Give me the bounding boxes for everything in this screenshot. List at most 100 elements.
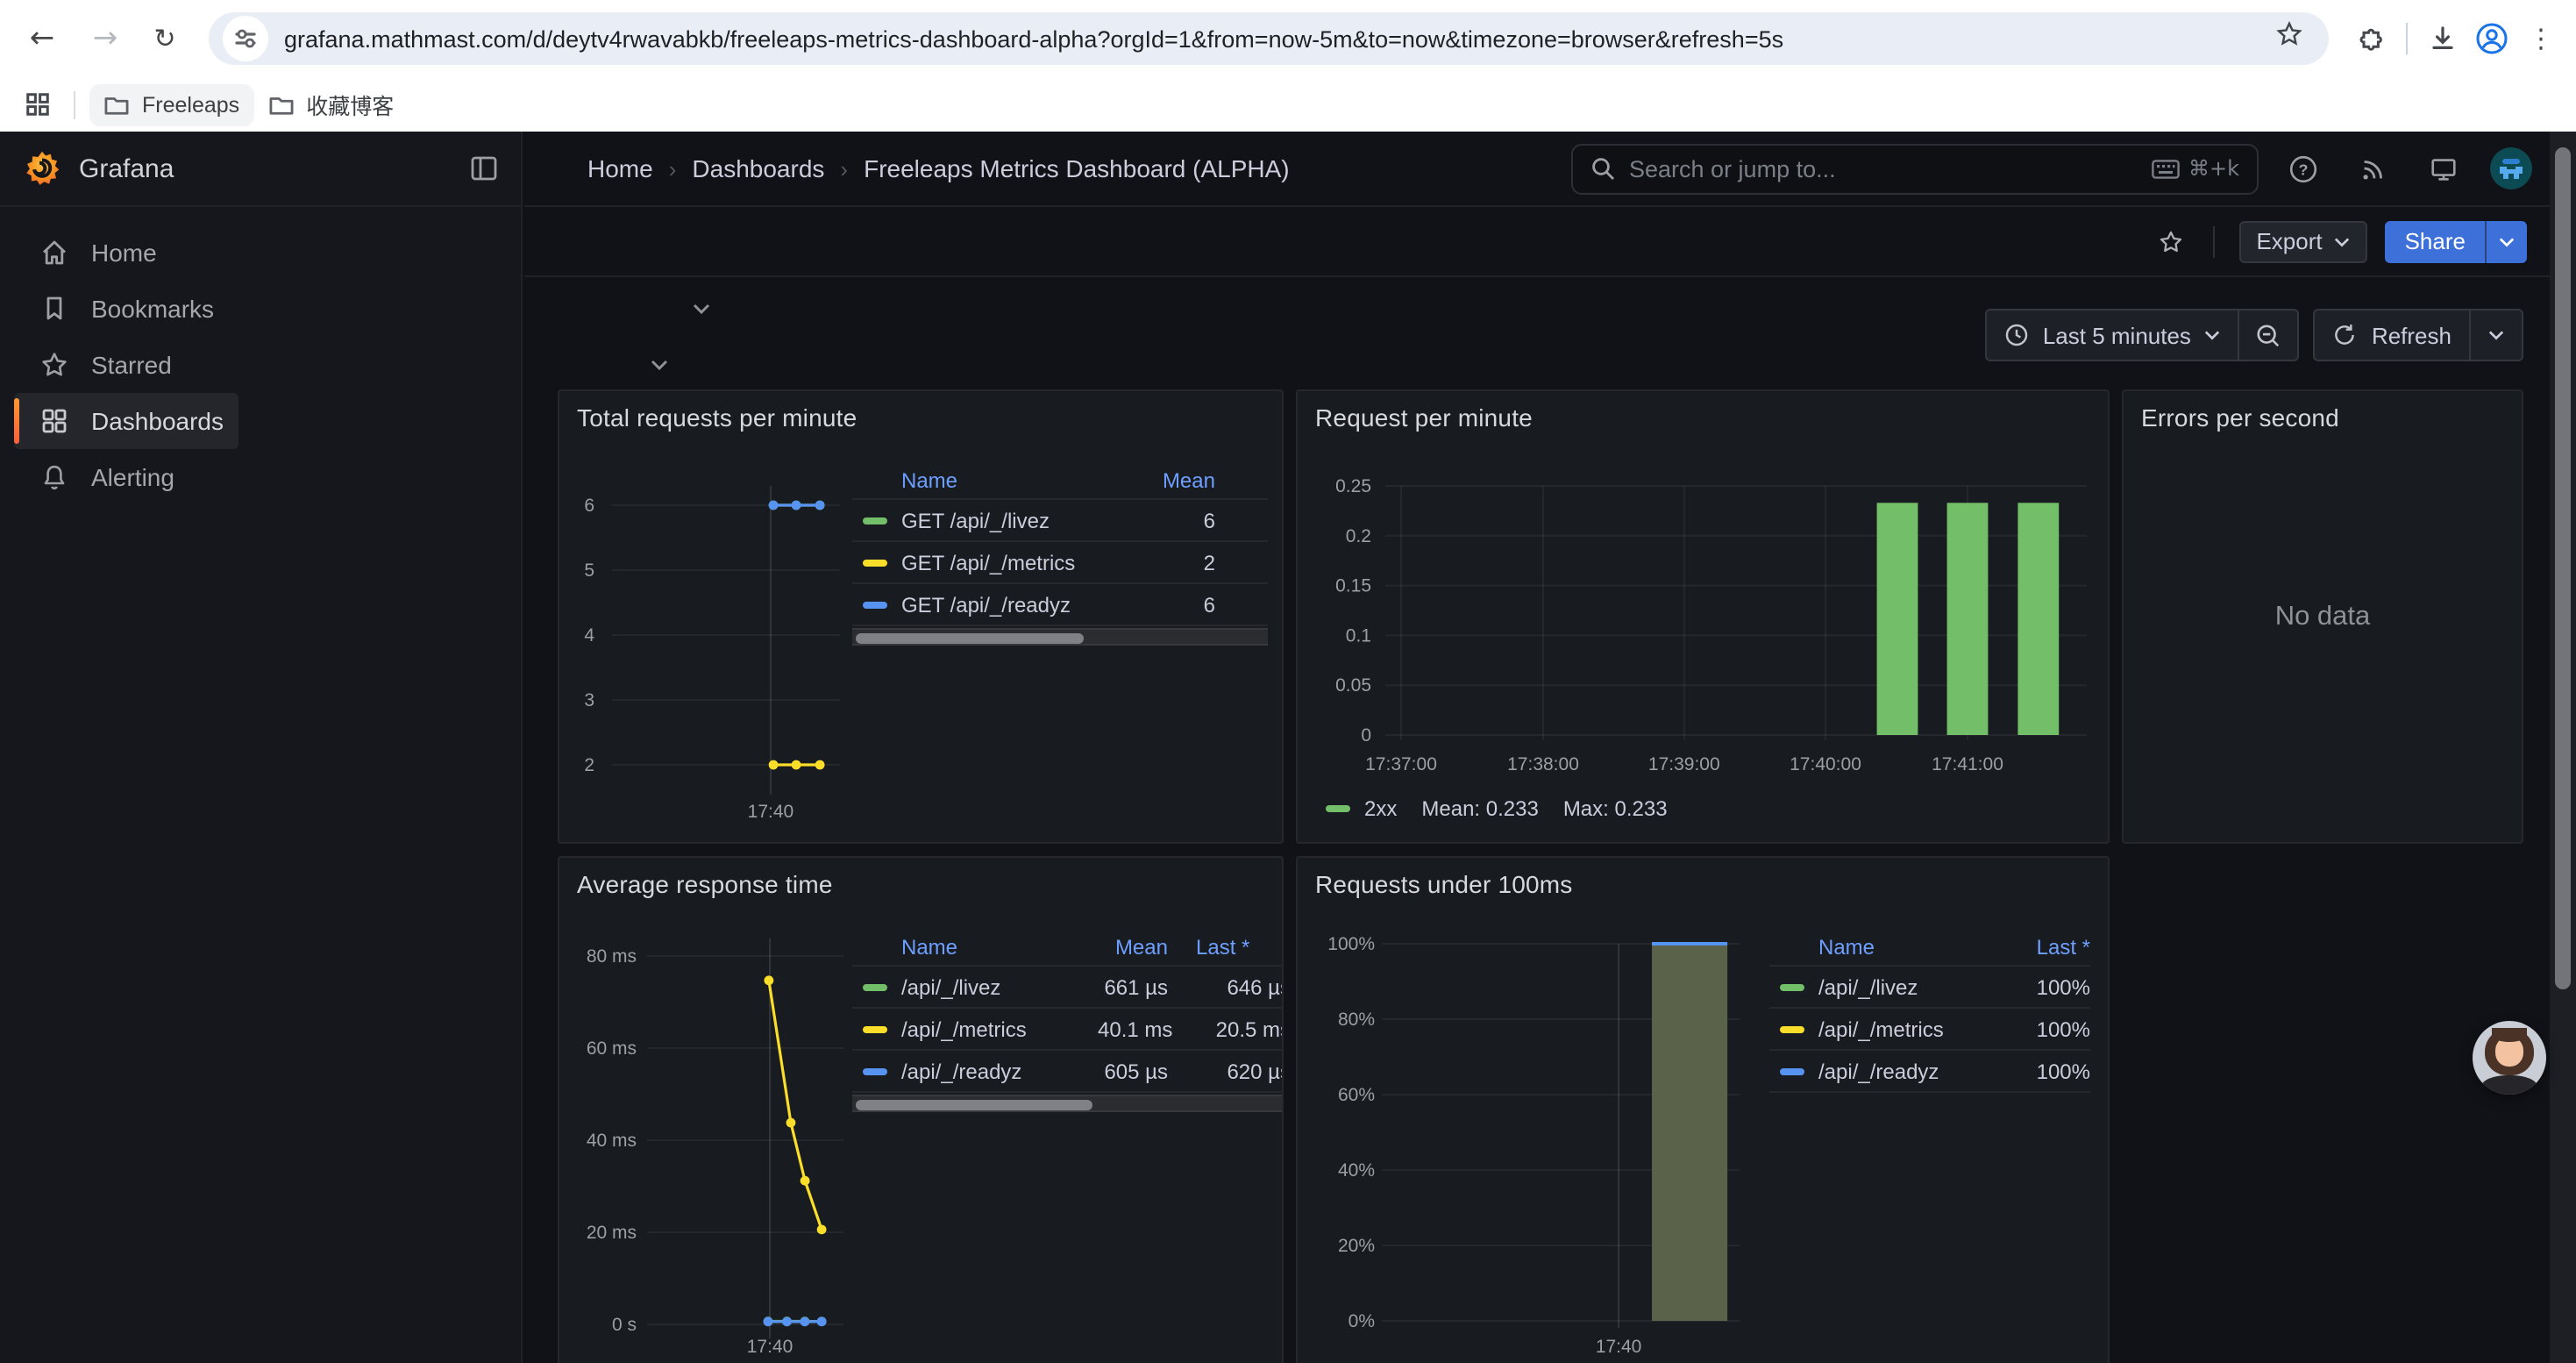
refresh-interval-chevron[interactable]: [2471, 310, 2522, 360]
dock-sidebar-icon[interactable]: [470, 154, 498, 182]
bookmark-star-icon[interactable]: [2274, 19, 2304, 58]
legend-series-name[interactable]: 2xx: [1364, 796, 1397, 821]
sidebar-item-dashboards[interactable]: Dashboards: [14, 393, 238, 449]
legend-horizontal-scrollbar[interactable]: [852, 1095, 1282, 1112]
share-button[interactable]: Share: [2386, 228, 2485, 254]
breadcrumb: Home › Dashboards › Freeleaps Metrics Da…: [587, 154, 1290, 182]
column-last[interactable]: Last *: [2017, 934, 2090, 959]
legend-row[interactable]: /api/_/metrics 40.1 ms 20.5 ms: [852, 1009, 1284, 1051]
browser-forward-icon[interactable]: →: [82, 16, 128, 61]
toolbar-divider: [2212, 225, 2214, 257]
monitor-icon[interactable]: [2416, 142, 2469, 195]
sidebar-item-label: Dashboards: [91, 407, 224, 435]
breadcrumb-dashboards[interactable]: Dashboards: [692, 154, 824, 182]
breadcrumb-current: Freeleaps Metrics Dashboard (ALPHA): [864, 154, 1290, 182]
breadcrumb-separator: ›: [840, 155, 848, 182]
download-icon[interactable]: [2418, 14, 2467, 63]
bell-icon: [39, 461, 70, 493]
site-settings-icon[interactable]: [223, 16, 268, 61]
sidebar-item-label: Home: [91, 239, 157, 267]
legend-table: Name Last * /api/_/livez 100% /api/_/met…: [1769, 928, 2090, 1093]
svg-text:80 ms: 80 ms: [587, 946, 637, 967]
under-100ms-chart: 100%80%60%40%20%0%17:40: [1312, 935, 1754, 1363]
legend-row[interactable]: /api/_/readyz 605 µs 620 µs: [852, 1051, 1284, 1093]
bookmark-folder-freeleaps[interactable]: Freeleaps: [89, 83, 253, 125]
legend-row[interactable]: /api/_/livez 100%: [1769, 967, 2090, 1009]
legend-row[interactable]: GET /api/_/metrics 2: [852, 542, 1268, 584]
legend-row[interactable]: GET /api/_/livez 6: [852, 500, 1268, 542]
sidebar-item-starred[interactable]: Starred: [14, 337, 186, 393]
chevron-down-icon: [2205, 330, 2221, 340]
extensions-icon[interactable]: [2346, 14, 2395, 63]
svg-text:40 ms: 40 ms: [587, 1131, 637, 1151]
toolbar-divider: [2406, 23, 2408, 54]
zoom-out-button[interactable]: [2240, 310, 2298, 360]
series-swatch: [863, 517, 887, 524]
sidebar-item-home[interactable]: Home: [14, 225, 171, 281]
panel-title[interactable]: Requests under 100ms: [1315, 870, 1573, 898]
search-input[interactable]: Search or jump to... ⌘+k: [1571, 143, 2259, 194]
legend-row[interactable]: /api/_/readyz 100%: [1769, 1051, 2090, 1093]
column-mean[interactable]: Mean: [1098, 934, 1168, 959]
bookmark-folder-blogs[interactable]: 收藏博客: [253, 83, 408, 125]
legend-horizontal-scrollbar[interactable]: [852, 628, 1268, 646]
column-last[interactable]: Last *: [1196, 934, 1284, 959]
browser-back-icon[interactable]: ←: [19, 16, 65, 61]
svg-text:0.05: 0.05: [1335, 675, 1371, 696]
sidebar-nav: Home Bookmarks S: [0, 207, 521, 523]
address-bar[interactable]: grafana.mathmast.com/d/deytv4rwavabkb/fr…: [209, 12, 2329, 65]
legend-table: Name Mean Last * /api/_/livez 661 µs 646…: [852, 928, 1284, 1093]
column-name[interactable]: Name: [1769, 934, 2017, 959]
dashboard-toolbar: Export Share: [524, 207, 2576, 277]
panel-errors-per-second: Errors per second No data: [2122, 389, 2523, 844]
time-range-label: Last 5 minutes: [2043, 322, 2191, 348]
svg-text:0: 0: [1361, 725, 1371, 746]
legend-header: Name Last *: [1769, 928, 2090, 967]
url-text[interactable]: grafana.mathmast.com/d/deytv4rwavabkb/fr…: [284, 25, 2274, 52]
sidebar-item-alerting[interactable]: Alerting: [14, 449, 189, 505]
svg-text:0.2: 0.2: [1346, 526, 1371, 546]
page-scrollbar[interactable]: [2550, 132, 2576, 1363]
browser-reload-icon[interactable]: ↻: [142, 16, 188, 61]
avg-response-chart: 80 ms60 ms40 ms20 ms0 s17:40: [573, 935, 854, 1363]
share-menu-chevron[interactable]: [2485, 220, 2527, 262]
refresh-button[interactable]: Refresh: [2316, 310, 2469, 360]
assistant-avatar[interactable]: [2473, 1021, 2546, 1095]
panel-title[interactable]: Total requests per minute: [577, 403, 857, 432]
legend-row[interactable]: GET /api/_/readyz 6: [852, 584, 1268, 626]
export-button[interactable]: Export: [2238, 220, 2367, 262]
bookmark-icon: [39, 293, 70, 325]
time-range-picker[interactable]: Last 5 minutes: [1987, 310, 2238, 360]
series-swatch: [863, 983, 887, 990]
svg-text:0.15: 0.15: [1335, 576, 1371, 596]
grafana-logo-icon[interactable]: [23, 149, 61, 188]
folder-icon: [103, 93, 130, 116]
rss-news-icon[interactable]: [2346, 142, 2399, 195]
svg-text:17:38:00: 17:38:00: [1507, 754, 1579, 774]
apps-grid-icon[interactable]: [18, 85, 56, 124]
share-button-group: Share: [2386, 220, 2527, 262]
help-icon[interactable]: ?: [2276, 142, 2329, 195]
profile-icon[interactable]: [2467, 14, 2516, 63]
breadcrumb-home[interactable]: Home: [587, 154, 653, 182]
legend-row[interactable]: /api/_/metrics 100%: [1769, 1009, 2090, 1051]
legend-row[interactable]: /api/_/livez 661 µs 646 µs: [852, 967, 1284, 1009]
panel-title[interactable]: Average response time: [577, 870, 833, 898]
favorite-star-icon[interactable]: [2156, 227, 2184, 255]
browser-chrome: ← → ↻ grafana.mathmast.com/d/deytv4rwava…: [0, 0, 2576, 132]
scrollbar-thumb[interactable]: [2555, 147, 2571, 989]
column-name[interactable]: Name: [852, 467, 1136, 492]
svg-text:5: 5: [584, 560, 594, 581]
user-avatar[interactable]: [2490, 147, 2532, 189]
svg-text:?: ?: [2298, 160, 2308, 177]
svg-text:0%: 0%: [1348, 1311, 1375, 1331]
column-mean[interactable]: Mean: [1136, 467, 1215, 492]
column-name[interactable]: Name: [852, 934, 1098, 959]
total-requests-chart: 6543217:40: [573, 468, 854, 830]
browser-toolbar: ← → ↻ grafana.mathmast.com/d/deytv4rwava…: [0, 0, 2576, 77]
star-icon: [39, 349, 70, 381]
svg-text:6: 6: [584, 496, 594, 516]
sidebar-item-bookmarks[interactable]: Bookmarks: [14, 281, 228, 337]
panel-title[interactable]: Request per minute: [1315, 403, 1533, 432]
browser-menu-icon[interactable]: ⋮: [2516, 14, 2565, 63]
